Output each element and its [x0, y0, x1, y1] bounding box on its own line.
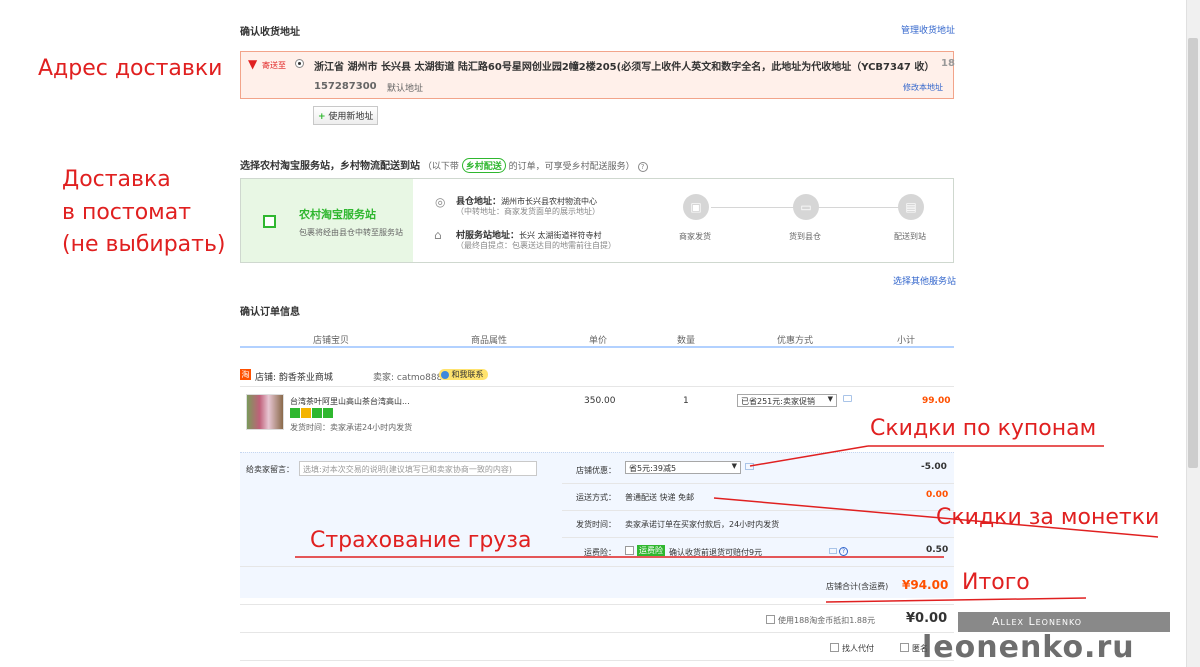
annotation-lines [295, 445, 1159, 603]
watermark-author: Allex Leonenko [992, 615, 1083, 628]
page-scrollbar[interactable] [1186, 0, 1200, 667]
total-underline [825, 597, 1087, 603]
coupon-pointer-line [749, 445, 869, 467]
coin-pointer-line [713, 497, 1159, 538]
watermark-site: leonenko.ru [922, 630, 1135, 665]
scrollbar-thumb[interactable] [1188, 38, 1198, 468]
